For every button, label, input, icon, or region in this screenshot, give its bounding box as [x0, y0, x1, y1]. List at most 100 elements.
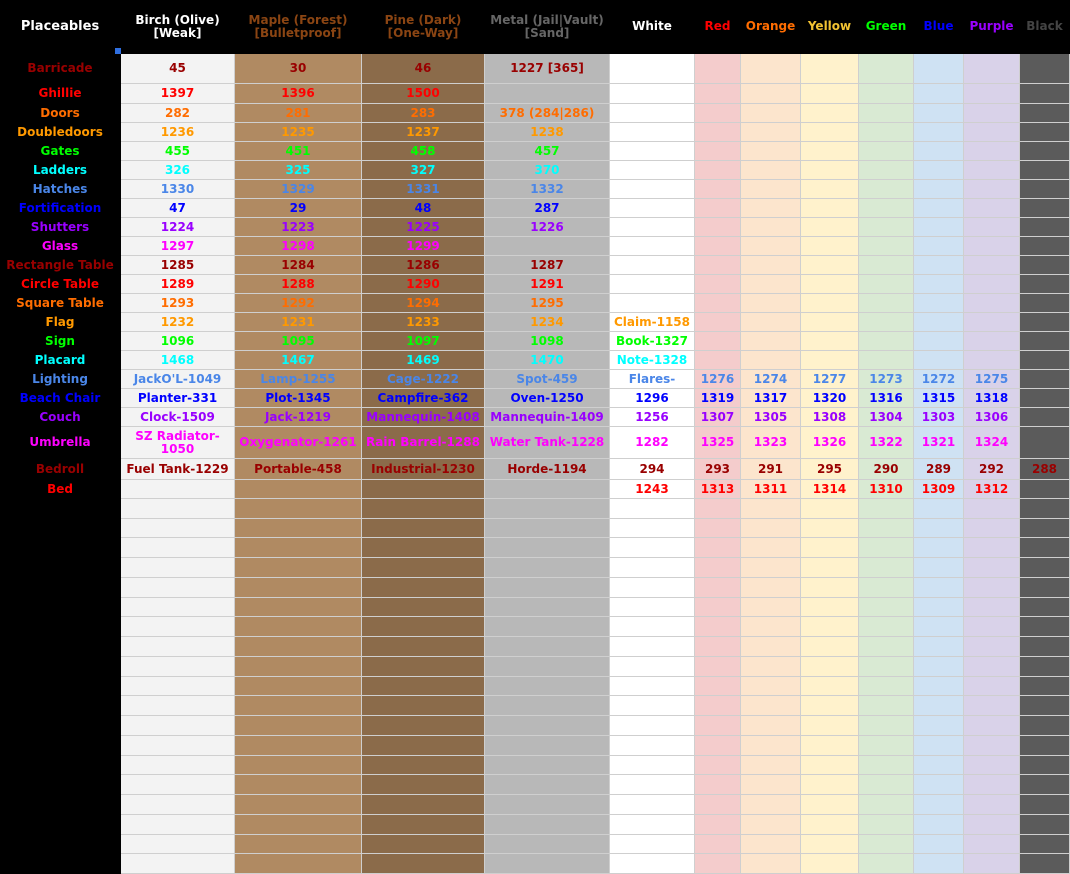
empty-cell[interactable] — [235, 795, 362, 815]
table-cell[interactable] — [741, 104, 801, 123]
table-cell[interactable]: 1291 — [485, 275, 610, 294]
table-cell[interactable] — [1020, 351, 1070, 370]
empty-cell[interactable] — [485, 499, 610, 519]
empty-cell[interactable] — [964, 735, 1020, 756]
empty-cell[interactable] — [1020, 755, 1070, 776]
table-cell[interactable]: Clock-1509 — [121, 408, 235, 427]
table-cell[interactable] — [801, 180, 859, 199]
empty-cell[interactable] — [485, 696, 610, 717]
empty-cell[interactable] — [964, 775, 1020, 796]
table-cell[interactable] — [964, 237, 1020, 256]
table-cell[interactable] — [1020, 313, 1070, 332]
table-cell[interactable]: 30 — [235, 54, 362, 84]
table-cell[interactable] — [695, 275, 741, 294]
empty-cell[interactable] — [485, 735, 610, 756]
table-cell[interactable]: 1288 — [235, 275, 362, 294]
empty-cell[interactable] — [695, 814, 741, 835]
table-cell[interactable] — [964, 54, 1020, 84]
row-label-empty[interactable] — [0, 775, 121, 796]
row-label-empty[interactable] — [0, 656, 121, 677]
empty-cell[interactable] — [121, 617, 235, 638]
empty-cell[interactable] — [801, 558, 859, 578]
table-cell[interactable]: 1330 — [121, 180, 235, 199]
empty-cell[interactable] — [964, 755, 1020, 776]
empty-cell[interactable] — [610, 775, 695, 796]
empty-cell[interactable] — [235, 499, 362, 519]
table-cell[interactable]: 1313 — [695, 480, 741, 499]
row-label[interactable]: Umbrella — [0, 427, 121, 459]
empty-cell[interactable] — [610, 656, 695, 677]
column-header-5[interactable]: White — [610, 0, 695, 54]
row-label-empty[interactable] — [0, 597, 121, 618]
table-cell[interactable] — [859, 237, 914, 256]
table-cell[interactable] — [914, 313, 964, 332]
table-cell[interactable]: Oxygenator-1261 — [235, 427, 362, 459]
table-cell[interactable]: 1468 — [121, 351, 235, 370]
empty-cell[interactable] — [964, 716, 1020, 736]
empty-cell[interactable] — [485, 854, 610, 874]
table-cell[interactable] — [741, 84, 801, 104]
table-cell[interactable] — [859, 313, 914, 332]
table-cell[interactable] — [801, 313, 859, 332]
table-cell[interactable]: 378 (284|286) — [485, 104, 610, 123]
empty-cell[interactable] — [610, 716, 695, 736]
table-cell[interactable]: 1298 — [235, 237, 362, 256]
table-cell[interactable]: 1277 — [801, 370, 859, 389]
empty-cell[interactable] — [859, 597, 914, 618]
empty-cell[interactable] — [741, 755, 801, 776]
empty-cell[interactable] — [695, 834, 741, 855]
row-label-empty[interactable] — [0, 735, 121, 756]
table-cell[interactable]: 1275 — [964, 370, 1020, 389]
empty-cell[interactable] — [964, 795, 1020, 815]
table-cell[interactable] — [695, 256, 741, 275]
table-cell[interactable]: 281 — [235, 104, 362, 123]
table-cell[interactable] — [964, 294, 1020, 313]
table-cell[interactable]: Lamp-1255 — [235, 370, 362, 389]
empty-cell[interactable] — [485, 834, 610, 855]
table-cell[interactable]: 1097 — [362, 332, 485, 351]
empty-cell[interactable] — [964, 814, 1020, 835]
empty-cell[interactable] — [362, 696, 485, 717]
empty-cell[interactable] — [964, 854, 1020, 874]
empty-cell[interactable] — [859, 716, 914, 736]
table-cell[interactable]: 1226 — [485, 218, 610, 237]
empty-cell[interactable] — [695, 617, 741, 638]
empty-cell[interactable] — [235, 597, 362, 618]
empty-cell[interactable] — [121, 755, 235, 776]
empty-cell[interactable] — [610, 735, 695, 756]
empty-cell[interactable] — [235, 656, 362, 677]
table-cell[interactable] — [1020, 275, 1070, 294]
empty-cell[interactable] — [1020, 735, 1070, 756]
empty-cell[interactable] — [1020, 656, 1070, 677]
table-cell[interactable] — [610, 199, 695, 218]
empty-cell[interactable] — [362, 617, 485, 638]
empty-cell[interactable] — [914, 854, 964, 874]
table-cell[interactable] — [610, 237, 695, 256]
table-cell[interactable] — [1020, 237, 1070, 256]
empty-cell[interactable] — [741, 617, 801, 638]
empty-cell[interactable] — [235, 834, 362, 855]
table-cell[interactable] — [964, 123, 1020, 142]
table-cell[interactable] — [1020, 104, 1070, 123]
empty-cell[interactable] — [695, 656, 741, 677]
empty-cell[interactable] — [485, 814, 610, 835]
table-cell[interactable] — [964, 218, 1020, 237]
empty-cell[interactable] — [121, 795, 235, 815]
empty-cell[interactable] — [859, 518, 914, 539]
empty-cell[interactable] — [859, 755, 914, 776]
table-cell[interactable]: 1467 — [235, 351, 362, 370]
table-cell[interactable] — [801, 237, 859, 256]
table-cell[interactable]: 289 — [914, 459, 964, 480]
empty-cell[interactable] — [741, 499, 801, 519]
empty-cell[interactable] — [801, 716, 859, 736]
table-cell[interactable] — [859, 161, 914, 180]
empty-cell[interactable] — [801, 597, 859, 618]
table-cell[interactable] — [914, 294, 964, 313]
table-cell[interactable]: 1500 — [362, 84, 485, 104]
table-cell[interactable] — [859, 275, 914, 294]
empty-cell[interactable] — [610, 577, 695, 598]
table-cell[interactable] — [695, 351, 741, 370]
row-label-empty[interactable] — [0, 538, 121, 559]
row-label-empty[interactable] — [0, 795, 121, 815]
empty-cell[interactable] — [695, 735, 741, 756]
